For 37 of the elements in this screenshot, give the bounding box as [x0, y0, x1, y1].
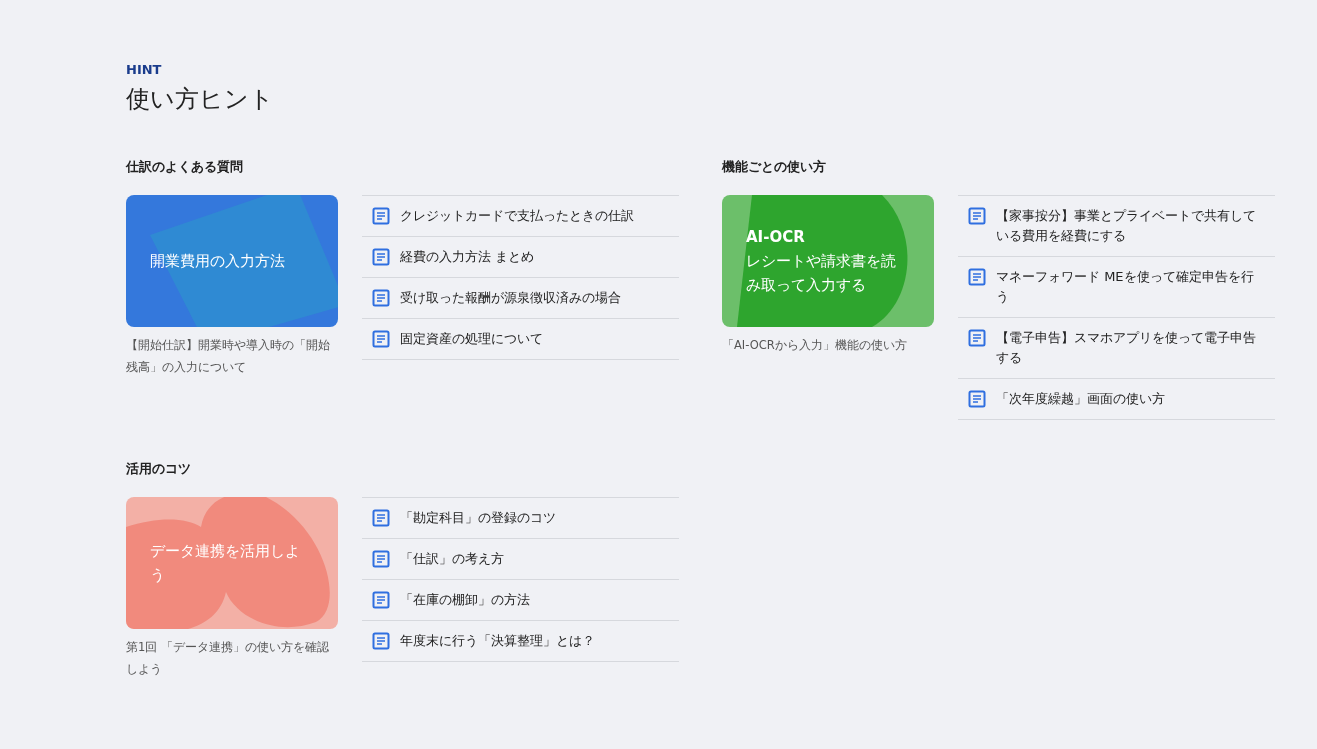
section-heading: 仕訳のよくある質問 [126, 158, 244, 176]
article-link[interactable]: 「次年度繰越」画面の使い方 [958, 379, 1275, 420]
document-icon [968, 390, 986, 408]
card-title: 開業費用の入力方法 [150, 251, 285, 272]
document-icon [968, 207, 986, 225]
article-link[interactable]: 固定資産の処理について [362, 319, 679, 360]
article-link[interactable]: 受け取った報酬が源泉徴収済みの場合 [362, 278, 679, 319]
document-icon [968, 329, 986, 347]
article-link[interactable]: 【家事按分】事業とプライベートで共有している費用を経費にする [958, 196, 1275, 257]
section-heading: 機能ごとの使い方 [722, 158, 827, 176]
card-caption-link[interactable]: 「AI-OCRから入力」機能の使い方 [722, 334, 934, 356]
document-icon [372, 509, 390, 527]
document-icon [372, 289, 390, 307]
card-title: データ連携を活用しよう [150, 541, 301, 586]
article-link[interactable]: 【電子申告】スマホアプリを使って電子申告する [958, 318, 1275, 379]
article-link[interactable]: 経費の入力方法 まとめ [362, 237, 679, 278]
page-title: 使い方ヒント [126, 84, 275, 114]
document-icon [372, 207, 390, 225]
article-link[interactable]: 年度末に行う「決算整理」とは？ [362, 621, 679, 662]
feature-card[interactable]: 開業費用の入力方法 [126, 195, 338, 327]
card-caption-link[interactable]: 第1回 「データ連携」の使い方を確認しよう [126, 636, 338, 680]
card-title: レシートや請求書を読み取って入力する [746, 251, 897, 296]
article-link[interactable]: クレジットカードで支払ったときの仕訳 [362, 196, 679, 237]
article-link[interactable]: 「勘定科目」の登録のコツ [362, 498, 679, 539]
card-label: AI-OCR [746, 227, 806, 248]
section-heading: 活用のコツ [126, 460, 192, 478]
eyebrow-label: HINT [126, 62, 163, 78]
document-icon [372, 248, 390, 266]
article-link[interactable]: 「仕訳」の考え方 [362, 539, 679, 580]
document-icon [372, 591, 390, 609]
article-link[interactable]: 「在庫の棚卸」の方法 [362, 580, 679, 621]
document-icon [372, 632, 390, 650]
document-icon [968, 268, 986, 286]
card-caption-link[interactable]: 【開始仕訳】開業時や導入時の「開始残高」の入力について [126, 334, 338, 378]
document-icon [372, 550, 390, 568]
document-icon [372, 330, 390, 348]
article-link[interactable]: マネーフォワード MEを使って確定申告を行う [958, 257, 1275, 318]
